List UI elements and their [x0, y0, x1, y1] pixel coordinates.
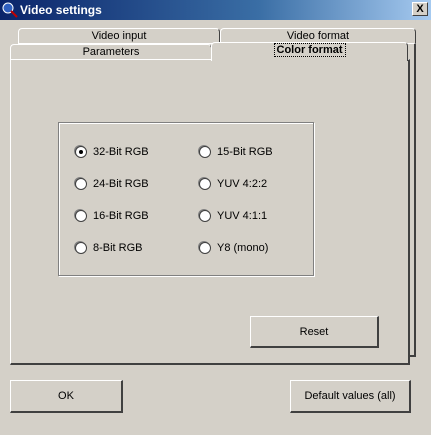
- radio-indicator: [199, 210, 211, 222]
- ok-button[interactable]: OK: [10, 380, 123, 413]
- title-bar[interactable]: Video settings X: [0, 0, 431, 20]
- radio-15bit-rgb[interactable]: 15-Bit RGB: [199, 145, 273, 159]
- close-icon: X: [416, 3, 424, 15]
- radio-label: 32-Bit RGB: [93, 146, 149, 158]
- radio-indicator: [199, 178, 211, 190]
- tab-label: Parameters: [82, 46, 140, 58]
- radio-selected-dot: [79, 150, 83, 154]
- radio-indicator: [199, 146, 211, 158]
- app-icon: [2, 2, 18, 18]
- radio-indicator: [75, 242, 87, 254]
- radio-8bit-rgb[interactable]: 8-Bit RGB: [75, 241, 143, 255]
- window-title: Video settings: [20, 3, 102, 17]
- radio-label: YUV 4:2:2: [217, 178, 268, 190]
- radio-yuv-422[interactable]: YUV 4:2:2: [199, 177, 267, 191]
- tab-label: Color format: [273, 43, 346, 57]
- radio-indicator: [199, 242, 211, 254]
- radio-y8-mono[interactable]: Y8 (mono): [199, 241, 268, 255]
- default-values-button[interactable]: Default values (all): [290, 380, 411, 413]
- radio-indicator: [75, 210, 87, 222]
- radio-32bit-rgb[interactable]: 32-Bit RGB: [75, 145, 149, 159]
- radio-indicator: [75, 178, 87, 190]
- radio-indicator: [75, 146, 87, 158]
- radio-24bit-rgb[interactable]: 24-Bit RGB: [75, 177, 149, 191]
- tab-parameters[interactable]: Parameters: [10, 44, 212, 60]
- tab-label: Video input: [91, 30, 147, 42]
- radio-label: 16-Bit RGB: [93, 210, 149, 222]
- radio-yuv-411[interactable]: YUV 4:1:1: [199, 209, 267, 223]
- tab-color-format[interactable]: Color format: [211, 42, 408, 61]
- radio-16bit-rgb[interactable]: 16-Bit RGB: [75, 209, 149, 223]
- close-button[interactable]: X: [412, 2, 428, 16]
- radio-label: 15-Bit RGB: [217, 146, 273, 158]
- radio-label: 8-Bit RGB: [93, 242, 143, 254]
- tab-video-input[interactable]: Video input: [18, 28, 220, 44]
- radio-label: Y8 (mono): [217, 242, 269, 254]
- reset-button[interactable]: Reset: [250, 316, 379, 348]
- radio-label: YUV 4:1:1: [217, 210, 268, 222]
- tab-label: Video format: [286, 30, 350, 42]
- radio-label: 24-Bit RGB: [93, 178, 149, 190]
